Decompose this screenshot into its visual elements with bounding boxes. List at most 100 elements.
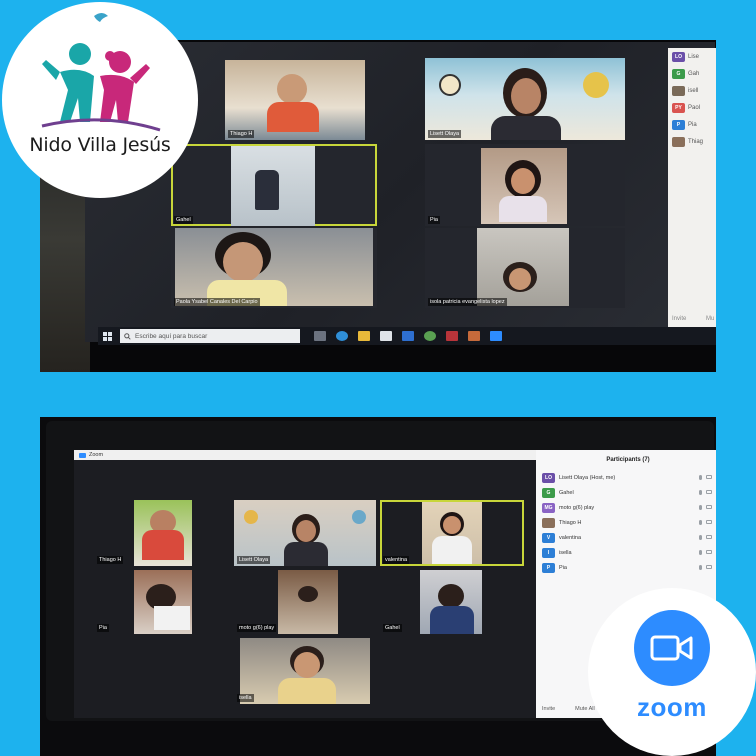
avatar: LO (542, 472, 555, 483)
participant-name: Pia (559, 564, 567, 571)
participant-name: Thiago H (559, 519, 582, 526)
taskbar-search[interactable]: Escribe aquí para buscar (120, 329, 300, 343)
school-logo-badge: Nido Villa Jesús (2, 2, 198, 198)
avatar (542, 517, 555, 528)
video-tile[interactable]: isola patricia evangelista lopez (425, 228, 625, 308)
tile-label: Gahel (174, 216, 193, 224)
tile-label: Gahel (383, 624, 402, 632)
participant-name: isella (559, 549, 572, 556)
participant-row[interactable]: LO Lise (668, 48, 716, 65)
zoom-logo-badge: zoom (588, 588, 756, 756)
participant-row[interactable]: P Pia (668, 116, 716, 133)
video-tile[interactable]: valentina (380, 500, 524, 566)
participant-name: Lisett Olaya (Host, me) (559, 474, 616, 481)
participant-row[interactable]: MG moto g(6) play (536, 500, 716, 515)
avatar: G (672, 68, 685, 79)
photos-icon[interactable] (468, 331, 480, 341)
participant-row[interactable]: V valentina (536, 530, 716, 545)
camera-icon[interactable] (706, 490, 712, 494)
video-tile[interactable]: Paola Ysabel Canales Del Carpio (171, 228, 377, 308)
participant-name: Gahel (559, 489, 574, 496)
zoom-wordmark: zoom (637, 692, 707, 722)
camera-icon[interactable] (706, 565, 712, 569)
store-icon[interactable] (380, 331, 392, 341)
avatar: PY (672, 102, 685, 113)
tile-label: Thiago H (228, 130, 255, 138)
participant-row[interactable]: I isella (536, 545, 716, 560)
avatar (672, 136, 685, 147)
video-tile[interactable]: Lisett Olaya (425, 58, 625, 140)
tile-label: moto g(6) play (237, 624, 277, 632)
participant-row[interactable]: G Gah (668, 65, 716, 82)
participant-row[interactable]: PY Paol (668, 99, 716, 116)
video-tile[interactable]: Pia (425, 144, 625, 226)
windows-start-icon[interactable] (98, 327, 116, 345)
tile-label: Pia (428, 216, 440, 224)
microphone-icon[interactable] (699, 490, 702, 495)
video-tile[interactable]: moto g(6) play (234, 570, 376, 634)
video-tile[interactable]: Thiago H (94, 500, 230, 566)
participant-name: moto g(6) play (559, 504, 595, 511)
participant-name: Paol (688, 104, 701, 111)
avatar: G (542, 487, 555, 498)
tile-label: Lisett Olaya (237, 556, 271, 564)
participant-row[interactable]: isell (668, 82, 716, 99)
tile-label: isella (237, 694, 254, 702)
participant-row[interactable]: G Gahel (536, 485, 716, 500)
zoom-taskbar-icon[interactable] (490, 331, 502, 341)
chrome-icon[interactable] (424, 331, 436, 341)
mail-icon[interactable] (402, 331, 414, 341)
camera-icon[interactable] (706, 535, 712, 539)
tile-label: Thiago H (97, 556, 124, 564)
video-tile[interactable]: Pia (94, 570, 230, 634)
avatar: P (542, 562, 555, 573)
camera-icon[interactable] (706, 520, 712, 524)
microphone-icon[interactable] (699, 505, 702, 510)
video-tile[interactable]: Gahel (171, 144, 377, 226)
participant-name: isell (688, 87, 699, 94)
school-name: Nido Villa Jesús (29, 134, 171, 156)
video-tile[interactable]: Gahel (380, 570, 524, 634)
microphone-icon[interactable] (699, 550, 702, 555)
tile-label: Lisett Olaya (428, 130, 462, 138)
children-logo-icon (41, 13, 161, 132)
search-placeholder: Escribe aquí para buscar (135, 332, 208, 340)
microphone-icon[interactable] (699, 520, 702, 525)
participant-name: Gah (688, 70, 700, 77)
edge-icon[interactable] (336, 331, 348, 341)
participants-header: Participants (7) (536, 450, 716, 470)
participant-name: valentina (559, 534, 582, 541)
zoom-app-icon (79, 452, 86, 458)
video-tile[interactable]: Lisett Olaya (234, 500, 376, 566)
participant-name: Lise (688, 53, 700, 60)
camera-icon[interactable] (706, 550, 712, 554)
camera-icon[interactable] (706, 505, 712, 509)
microphone-icon[interactable] (699, 475, 702, 480)
tile-label: valentina (383, 556, 410, 564)
invite-button[interactable]: Invite (672, 316, 686, 322)
task-view-icon[interactable] (314, 331, 326, 341)
participant-row[interactable]: Thiago H (536, 515, 716, 530)
avatar: MG (542, 502, 555, 513)
avatar (672, 85, 685, 96)
participants-title: Participants (7) (606, 457, 650, 463)
media-icon[interactable] (446, 331, 458, 341)
zoom-camera-icon (634, 610, 710, 686)
tile-label: Pia (97, 624, 109, 632)
zoom-titlebar: Zoom (74, 450, 536, 460)
camera-icon[interactable] (706, 475, 712, 479)
invite-button[interactable]: Invite (542, 706, 555, 712)
microphone-icon[interactable] (699, 535, 702, 540)
windows-taskbar: Escribe aquí para buscar (98, 327, 716, 345)
participants-footer: Invite Mu (672, 316, 714, 322)
mute-button[interactable]: Mu (706, 316, 714, 322)
avatar: I (542, 547, 555, 558)
participant-row[interactable]: LO Lisett Olaya (Host, me) (536, 470, 716, 485)
participant-row[interactable]: Thiag (668, 133, 716, 150)
window-title: Zoom (89, 452, 104, 458)
video-tile[interactable]: Thiago H (225, 60, 365, 140)
microphone-icon[interactable] (699, 565, 702, 570)
file-explorer-icon[interactable] (358, 331, 370, 341)
video-tile[interactable]: isella (234, 638, 376, 704)
participant-row[interactable]: P Pia (536, 560, 716, 575)
